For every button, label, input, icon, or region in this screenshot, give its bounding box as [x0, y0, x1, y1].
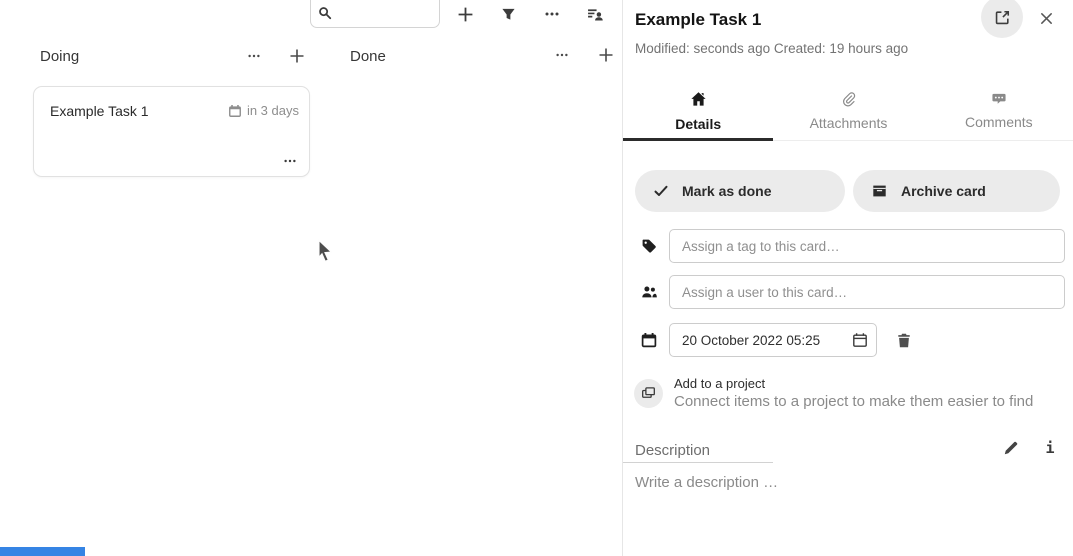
home-icon [690, 91, 707, 108]
paperclip-icon [841, 91, 856, 107]
column-title-done: Done [350, 48, 386, 65]
close-icon[interactable] [1035, 7, 1057, 29]
description-info-icon[interactable]: i [1041, 438, 1059, 458]
card-menu-icon[interactable] [283, 154, 297, 168]
kanban-app-window: Doing Done Example Task 1 in 3 days Exam… [0, 0, 1073, 556]
comment-icon [991, 91, 1007, 106]
tag-icon [641, 238, 657, 254]
date-picker-icon[interactable] [844, 324, 876, 356]
delete-due-date-icon[interactable] [893, 329, 915, 351]
due-date-value: 20 October 2022 05:25 [670, 333, 844, 348]
tab-comments[interactable]: Comments [924, 85, 1073, 140]
column-doing-menu-icon[interactable] [242, 44, 266, 68]
due-date-calendar-icon [641, 332, 657, 348]
card-due-label: in 3 days [247, 103, 299, 118]
description-label: Description [635, 442, 710, 459]
description-underline [623, 462, 773, 463]
add-to-project-title: Add to a project [674, 376, 765, 391]
assign-user-input[interactable] [669, 275, 1065, 309]
mark-as-done-label: Mark as done [682, 183, 771, 199]
tab-attachments-label: Attachments [810, 115, 888, 131]
add-to-project-row[interactable]: Add to a project Connect items to a proj… [623, 372, 1073, 414]
calendar-icon [228, 104, 242, 118]
card-title: Example Task 1 [50, 103, 149, 119]
check-icon [653, 183, 669, 199]
tab-details-label: Details [675, 116, 721, 132]
search-input[interactable] [337, 3, 437, 27]
sort-by-assignee-icon[interactable] [582, 1, 608, 27]
archive-card-label: Archive card [901, 183, 986, 199]
column-doing-add-card-icon[interactable] [285, 44, 309, 68]
archive-icon [871, 183, 888, 199]
due-date-input[interactable]: 20 October 2022 05:25 [669, 323, 877, 357]
description-placeholder[interactable]: Write a description … [635, 474, 778, 491]
card-due-date: in 3 days [228, 103, 299, 118]
kanban-card[interactable]: Example Task 1 in 3 days [33, 86, 310, 177]
search-icon [318, 6, 332, 20]
edit-description-pencil-icon[interactable] [1001, 438, 1021, 458]
panel-meta: Modified: seconds ago Created: 19 hours … [635, 41, 908, 56]
card-details-panel: Example Task 1 Modified: seconds ago Cre… [622, 0, 1073, 556]
mouse-cursor-icon [315, 239, 336, 265]
tab-attachments[interactable]: Attachments [773, 85, 923, 140]
more-options-icon[interactable] [539, 1, 565, 27]
panel-tabs: Details Attachments Comments [623, 85, 1073, 141]
column-done-add-card-icon[interactable] [594, 43, 618, 67]
column-title-doing: Doing [40, 48, 79, 65]
bottom-accent-strip [0, 547, 85, 556]
project-stack-icon [634, 379, 663, 408]
mark-as-done-button[interactable]: Mark as done [635, 170, 845, 212]
assign-tag-input[interactable] [669, 229, 1065, 263]
add-to-project-subtitle: Connect items to a project to make them … [674, 393, 1033, 410]
tab-details[interactable]: Details [623, 85, 773, 140]
tab-comments-label: Comments [965, 114, 1033, 130]
archive-card-button[interactable]: Archive card [853, 170, 1060, 212]
open-in-new-window-icon[interactable] [981, 0, 1023, 38]
add-card-icon[interactable] [452, 1, 478, 27]
column-done-menu-icon[interactable] [550, 43, 574, 67]
panel-title: Example Task 1 [635, 10, 761, 30]
search-box [310, 0, 440, 28]
users-icon [641, 284, 657, 300]
filter-icon[interactable] [495, 1, 521, 27]
